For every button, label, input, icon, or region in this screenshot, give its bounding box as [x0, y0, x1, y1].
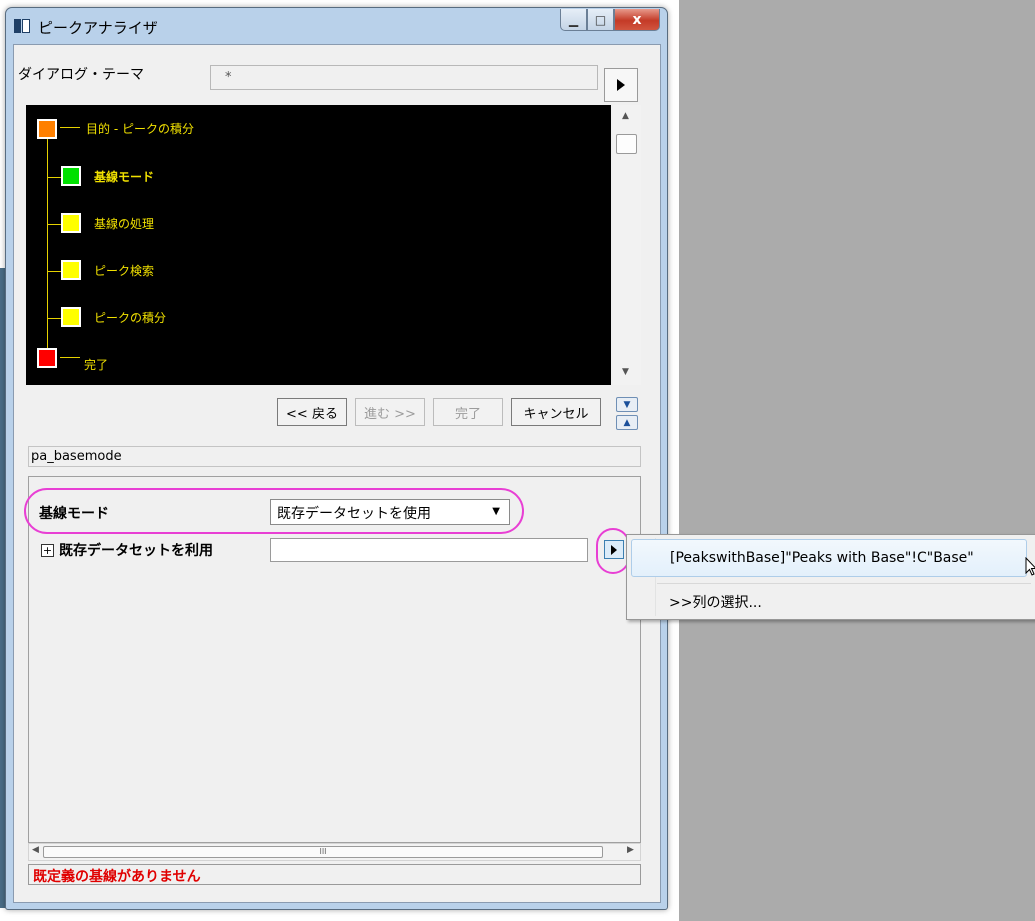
tree-node-peak-integrate[interactable]	[61, 307, 81, 327]
wizard-tree: 目的 - ピークの積分 基線モード 基線の処理 ピーク検索 ピークの積分 完了	[26, 105, 611, 385]
theme-label: ダイアログ・テーマ	[18, 67, 144, 83]
panel-horizontal-scrollbar[interactable]: ◀ III ▶	[28, 843, 641, 861]
close-icon: x	[632, 11, 642, 28]
menu-item-select-column[interactable]: >>列の選択...	[669, 592, 762, 612]
expand-plus-icon[interactable]: +	[41, 544, 54, 557]
triangle-down-icon: ▼	[623, 399, 631, 410]
minimize-button[interactable]: ▁	[560, 9, 587, 31]
window-title: ピークアナライザ	[38, 19, 158, 37]
collapse-up-button[interactable]: ▲	[616, 415, 638, 430]
window-controls: ▁ □ x	[560, 9, 660, 31]
theme-field[interactable]: *	[210, 65, 598, 90]
highlight-ring	[596, 528, 630, 574]
maximize-icon: □	[594, 12, 607, 27]
status-message: 既定義の基線がありません	[28, 864, 641, 885]
peak-analyzer-window: ピークアナライザ ▁ □ x ダイアログ・テーマ * 目的 - ピークの積分 基…	[5, 7, 668, 910]
title-bar[interactable]: ピークアナライザ ▁ □ x	[6, 8, 667, 44]
scroll-left-arrow-icon[interactable]: ◀	[32, 845, 39, 855]
scroll-up-arrow-icon[interactable]: ▲	[622, 111, 629, 121]
tree-scrollbar[interactable]: ▲ ▼	[613, 105, 641, 385]
triangle-up-icon: ▲	[623, 417, 631, 428]
use-existing-label: 既存データセットを利用	[59, 543, 213, 559]
horizontal-scroll-thumb[interactable]: III	[43, 846, 603, 858]
baseline-mode-value: 既存データセットを使用	[277, 506, 431, 522]
tree-label-peak-integrate[interactable]: ピークの積分	[94, 309, 166, 326]
minimize-icon: ▁	[568, 12, 579, 27]
tree-label-baseline-mode[interactable]: 基線モード	[94, 168, 154, 185]
menu-separator	[657, 583, 1031, 584]
tree-node-baseline-mode[interactable]	[61, 166, 81, 186]
baseline-mode-label: 基線モード	[39, 506, 109, 522]
tree-label-peak-find[interactable]: ピーク検索	[94, 262, 154, 279]
page-hint-field: pa_basemode	[28, 446, 641, 467]
dropdown-arrow-icon: ▼	[492, 506, 500, 517]
tree-branch	[60, 127, 80, 128]
theme-menu-button[interactable]	[604, 68, 638, 102]
play-arrow-icon	[617, 79, 625, 91]
finish-button[interactable]: 完了	[433, 398, 503, 426]
mouse-cursor-icon	[1025, 557, 1035, 576]
tree-scroll-thumb[interactable]	[616, 134, 637, 154]
collapse-down-button[interactable]: ▼	[616, 397, 638, 412]
tree-node-peak-find[interactable]	[61, 260, 81, 280]
tree-node-goal[interactable]	[37, 119, 57, 139]
back-button[interactable]: << 戻る	[277, 398, 347, 426]
menu-item-dataset[interactable]: [PeakswithBase]"Peaks with Base"!C"Base"	[631, 539, 1027, 577]
app-window-icon	[14, 19, 30, 33]
scroll-down-arrow-icon[interactable]: ▼	[622, 367, 629, 377]
dialog-client-area: ダイアログ・テーマ * 目的 - ピークの積分 基線モード 基線の処理 ピーク検…	[13, 44, 661, 903]
tree-label-goal[interactable]: 目的 - ピークの積分	[86, 120, 194, 137]
scroll-right-arrow-icon[interactable]: ▶	[627, 845, 634, 855]
cancel-button[interactable]: キャンセル	[511, 398, 601, 426]
tree-label-finish[interactable]: 完了	[84, 356, 108, 373]
maximize-button[interactable]: □	[587, 9, 614, 31]
tree-branch	[60, 357, 80, 358]
tree-node-baseline-treatment[interactable]	[61, 213, 81, 233]
settings-panel: 基線モード 既存データセットを使用 ▼ + 既存データセットを利用	[24, 476, 641, 843]
baseline-mode-select[interactable]: 既存データセットを使用 ▼	[270, 499, 510, 525]
use-existing-input[interactable]	[270, 538, 588, 562]
tree-node-finish[interactable]	[37, 348, 57, 368]
tree-label-baseline-treatment[interactable]: 基線の処理	[94, 215, 154, 232]
dataset-context-menu: [PeakswithBase]"Peaks with Base"!C"Base"…	[626, 534, 1035, 620]
next-button[interactable]: 進む >>	[355, 398, 425, 426]
close-button[interactable]: x	[614, 9, 660, 31]
